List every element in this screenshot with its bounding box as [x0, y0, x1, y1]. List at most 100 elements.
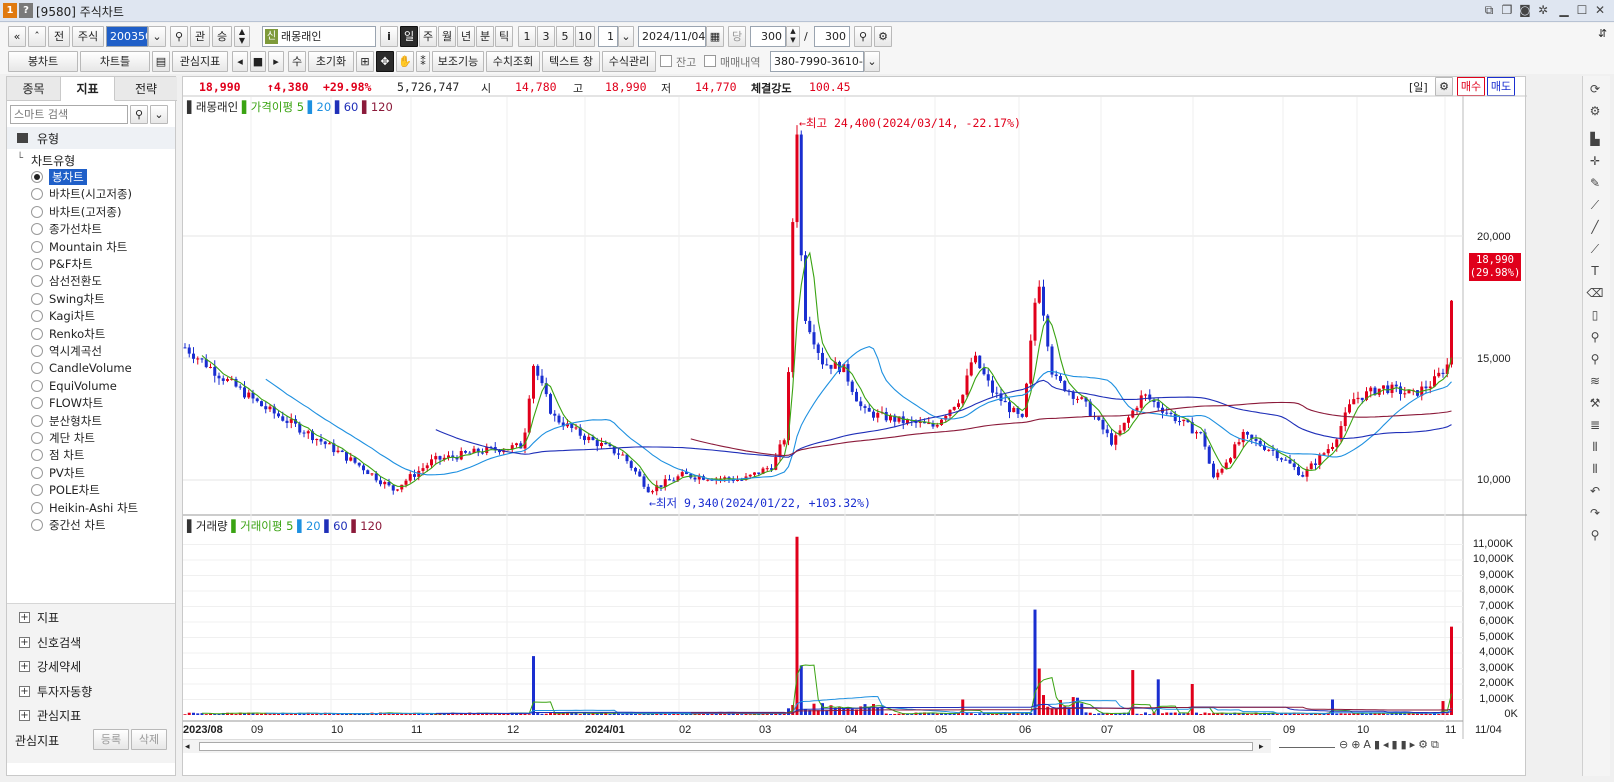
layout-icon[interactable]: ⊞	[356, 51, 374, 72]
chart-type-label[interactable]: 봉차트	[49, 169, 87, 185]
section-item[interactable]: 관심지표	[37, 707, 81, 724]
chart-type-radio[interactable]	[31, 466, 43, 479]
interval-3-button[interactable]: 3	[537, 26, 555, 47]
expand-plus-icon[interactable]: +	[19, 612, 30, 623]
chart-type-radio[interactable]	[31, 362, 43, 375]
market-select[interactable]: 주식	[72, 26, 104, 47]
link-icon[interactable]: ⧉	[1480, 2, 1498, 19]
interval-count-input[interactable]: 1	[598, 26, 618, 47]
auto-line-icon[interactable]: ⟋	[1586, 240, 1604, 258]
date-input[interactable]: 2024/11/04	[638, 26, 706, 47]
search-icon[interactable]: ⚲	[130, 105, 148, 124]
chart-type-radio[interactable]	[31, 519, 43, 531]
undo-icon[interactable]: ↶	[1586, 482, 1604, 500]
close-icon[interactable]: ✕	[1591, 2, 1609, 19]
section-item[interactable]: 투자자동향	[37, 683, 92, 700]
chart-type-label[interactable]: P&F차트	[49, 256, 93, 272]
chevron-down-icon[interactable]: ⌄	[618, 26, 634, 47]
bars-icon[interactable]: ⦀	[1586, 438, 1604, 456]
section-item[interactable]: 강세약세	[37, 658, 81, 675]
stepper-icon[interactable]: ▲ ▼	[234, 26, 250, 47]
tab-stock[interactable]: 종목	[7, 77, 61, 101]
chart-type-label[interactable]: 역시계곡선	[49, 343, 102, 359]
collapse-icon[interactable]: ⇵	[1598, 27, 1607, 40]
tab-indicator[interactable]: 지표	[61, 77, 115, 101]
aux-function-button[interactable]: 보조기능	[432, 51, 484, 72]
zoom-icon[interactable]: ⚲	[1586, 328, 1604, 346]
interest-indicator-button[interactable]: 관심지표	[172, 51, 228, 72]
chart-type-label[interactable]: 바차트(시고저종)	[49, 186, 132, 202]
tools-icon[interactable]: ⚒	[1586, 394, 1604, 412]
chart-type-radio[interactable]	[31, 327, 43, 340]
chart-type-label[interactable]: PV차트	[49, 465, 85, 481]
settings-icon[interactable]: ✲	[1534, 2, 1552, 19]
scroll-thumb[interactable]	[199, 742, 1253, 751]
play-left-icon[interactable]: ◂	[232, 51, 248, 72]
line-icon[interactable]: ╱	[1586, 218, 1604, 236]
tab-strategy[interactable]: 전략	[115, 77, 177, 101]
period-day-button[interactable]: 일	[400, 26, 418, 47]
chart-type-label[interactable]: 중간선 차트	[49, 517, 106, 533]
angle-icon[interactable]: ⟋	[1586, 196, 1604, 214]
chart-type-radio[interactable]	[31, 484, 43, 497]
stock-code-input[interactable]: 200350	[106, 26, 148, 47]
chart-controls[interactable]: ⊖⊕A▮◂▮▮▸⚙⧉	[1339, 738, 1442, 752]
chart-type-radio[interactable]	[31, 171, 43, 183]
expand-plus-icon[interactable]: +	[19, 661, 30, 672]
zoom-search-icon[interactable]: ⚲	[854, 26, 872, 47]
pin-icon[interactable]: ⁑	[416, 51, 430, 72]
text-icon[interactable]: T	[1586, 262, 1604, 280]
chart-type-radio[interactable]	[31, 258, 43, 270]
stock-name-field[interactable]: 래몽래인	[262, 26, 376, 47]
chart-type-radio[interactable]	[31, 275, 43, 288]
chart-type-radio[interactable]	[31, 345, 43, 357]
chart-type-label[interactable]: FLOW차트	[49, 395, 103, 411]
interval-5-button[interactable]: 5	[556, 26, 574, 47]
chart-type-label[interactable]: EquiVolume	[49, 378, 117, 394]
current-button[interactable]: 당	[728, 26, 746, 47]
first-page-button[interactable]: «	[8, 26, 26, 47]
chevron-down-icon[interactable]: ⌄	[864, 51, 880, 72]
bars2-icon[interactable]: ⦀	[1586, 460, 1604, 478]
chart-type-radio[interactable]	[31, 397, 43, 410]
chart-type-label[interactable]: 점 차트	[49, 447, 84, 463]
section-item[interactable]: 신호검색	[37, 634, 81, 651]
chart-type-radio[interactable]	[31, 205, 43, 218]
horizontal-scrollbar[interactable]: ◂ ▸	[183, 739, 1271, 753]
info-button[interactable]: i	[380, 26, 398, 47]
gear-icon[interactable]: ⚙	[874, 26, 892, 47]
minimize-icon[interactable]: ▁	[1555, 2, 1573, 19]
chart-type-label[interactable]: 종가선차트	[49, 221, 102, 237]
register-button[interactable]: 등록	[93, 729, 129, 750]
refresh-icon[interactable]: ⟳	[1586, 80, 1604, 98]
copy-icon[interactable]: ❐	[1498, 2, 1516, 19]
redo-icon[interactable]: ↷	[1586, 504, 1604, 522]
view-count-input[interactable]: 300	[750, 26, 786, 47]
candle-icon[interactable]: ▯	[1586, 306, 1604, 324]
trade-history-checkbox[interactable]	[704, 55, 716, 67]
text-window-button[interactable]: 텍스트 창	[542, 51, 600, 72]
chart-type-radio[interactable]	[31, 379, 43, 392]
zoom-slider[interactable]	[1279, 742, 1335, 748]
save-icon[interactable]: ▤	[152, 51, 170, 72]
pen-icon[interactable]: ✎	[1586, 174, 1604, 192]
search-icon[interactable]: ⚲	[170, 26, 188, 47]
scroll-right-icon[interactable]: ▸	[1259, 742, 1264, 752]
chart-type-label[interactable]: 삼선전환도	[49, 273, 102, 289]
chart-frame-button[interactable]: 차트틀	[80, 51, 150, 72]
interval-10-button[interactable]: 10	[575, 26, 595, 47]
reset-button[interactable]: 초기화	[308, 51, 354, 72]
smart-search-input[interactable]	[10, 105, 128, 124]
interest-button[interactable]: 관	[190, 26, 210, 47]
expand-plus-icon[interactable]: +	[19, 685, 30, 697]
total-count-input[interactable]: 300	[814, 26, 850, 47]
play-right-icon[interactable]: ▸	[268, 51, 284, 72]
move-icon[interactable]: ✥	[376, 51, 394, 72]
zoom-plus-icon[interactable]: ⚲	[1586, 350, 1604, 368]
chart-type-radio[interactable]	[31, 449, 43, 462]
chart-type-radio[interactable]	[31, 223, 43, 236]
chart-type-label[interactable]: POLE차트	[49, 482, 100, 498]
chart-icon[interactable]: ▙	[1586, 130, 1604, 148]
chart-type-label[interactable]: 계단 차트	[49, 430, 95, 446]
chart-type-label[interactable]: Renko차트	[49, 326, 105, 342]
